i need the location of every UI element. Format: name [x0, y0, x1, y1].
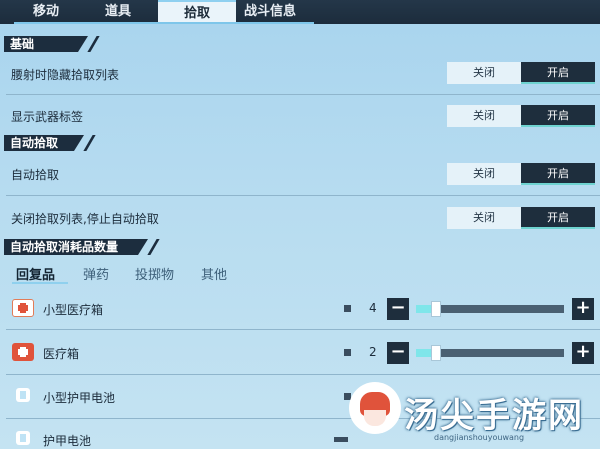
slider-thumb[interactable]	[431, 301, 441, 317]
setting-label: 关闭拾取列表,停止自动拾取	[11, 212, 159, 226]
toggle-off-button[interactable]: 关闭	[447, 163, 521, 185]
item-count: 4	[369, 301, 377, 315]
toggle-off-button[interactable]: 关闭	[447, 62, 521, 84]
toggle-weapon-tags: 关闭 开启	[447, 105, 595, 127]
setting-label: 显示武器标签	[11, 110, 84, 124]
section-auto-pickup-title: 自动拾取	[10, 136, 59, 150]
increment-button[interactable]: +	[572, 298, 594, 320]
armor-battery-icon	[16, 431, 30, 445]
item-marker	[334, 437, 348, 442]
toggle-off-button[interactable]: 关闭	[447, 207, 521, 229]
top-tab-bar: 移动 道具 拾取 战斗信息	[0, 0, 600, 24]
item-marker	[344, 349, 351, 356]
tab-move[interactable]: 移动	[14, 0, 78, 24]
item-label: 小型医疗箱	[43, 303, 104, 317]
subtab-ammo[interactable]: 弹药	[83, 264, 109, 283]
toggle-on-button[interactable]: 开启	[521, 163, 595, 185]
divider	[6, 374, 600, 375]
subtab-throwables[interactable]: 投掷物	[135, 264, 174, 283]
setting-row-weapon-tags: 显示武器标签 关闭 开启	[0, 95, 600, 135]
divider	[6, 329, 600, 330]
section-consumables: 自动拾取消耗品数量	[4, 239, 164, 255]
toggle-on-button[interactable]: 开启	[521, 62, 595, 84]
tab-pickup[interactable]: 拾取	[158, 0, 236, 24]
medkit-icon	[12, 343, 34, 361]
section-basic: 基础	[4, 36, 100, 52]
item-count: 2	[369, 345, 377, 359]
toggle-hide-pickup: 关闭 开启	[447, 62, 595, 84]
subtab-recovery[interactable]: 回复品	[16, 264, 55, 283]
setting-row-close-list-stop: 关闭拾取列表,停止自动拾取 关闭 开启	[0, 196, 600, 238]
tab-items[interactable]: 道具	[86, 0, 150, 24]
watermark-text: 汤尖手游网	[404, 396, 584, 436]
small-medkit-icon	[12, 299, 34, 317]
watermark-subtext: dangjianshouyouwang	[434, 433, 525, 442]
subtab-other[interactable]: 其他	[201, 264, 227, 283]
section-consumables-title: 自动拾取消耗品数量	[10, 240, 119, 254]
toggle-off-button[interactable]: 关闭	[447, 105, 521, 127]
slider-thumb[interactable]	[431, 345, 441, 361]
item-label: 小型护甲电池	[43, 391, 116, 405]
setting-row-auto-pickup: 自动拾取 关闭 开启	[0, 152, 600, 194]
subtab-underline	[12, 282, 68, 284]
toggle-auto-pickup: 关闭 开启	[447, 163, 595, 185]
section-auto-pickup: 自动拾取	[4, 135, 100, 151]
setting-row-hide-pickup: 腰射时隐藏拾取列表 关闭 开启	[0, 54, 600, 94]
decrement-button[interactable]: −	[387, 342, 409, 364]
item-label: 护甲电池	[43, 434, 92, 448]
setting-label: 自动拾取	[11, 168, 60, 182]
tab-combat-info[interactable]: 战斗信息	[238, 0, 308, 24]
decrement-button[interactable]: −	[387, 298, 409, 320]
increment-button[interactable]: +	[572, 342, 594, 364]
toggle-on-button[interactable]: 开启	[521, 207, 595, 229]
toggle-close-list-stop: 关闭 开启	[447, 207, 595, 229]
setting-label: 腰射时隐藏拾取列表	[11, 68, 120, 82]
toggle-on-button[interactable]: 开启	[521, 105, 595, 127]
item-marker	[344, 305, 351, 312]
tab-underline	[14, 22, 314, 24]
section-basic-title: 基础	[10, 37, 35, 51]
item-label: 医疗箱	[43, 347, 80, 361]
small-armor-battery-icon	[16, 388, 30, 402]
